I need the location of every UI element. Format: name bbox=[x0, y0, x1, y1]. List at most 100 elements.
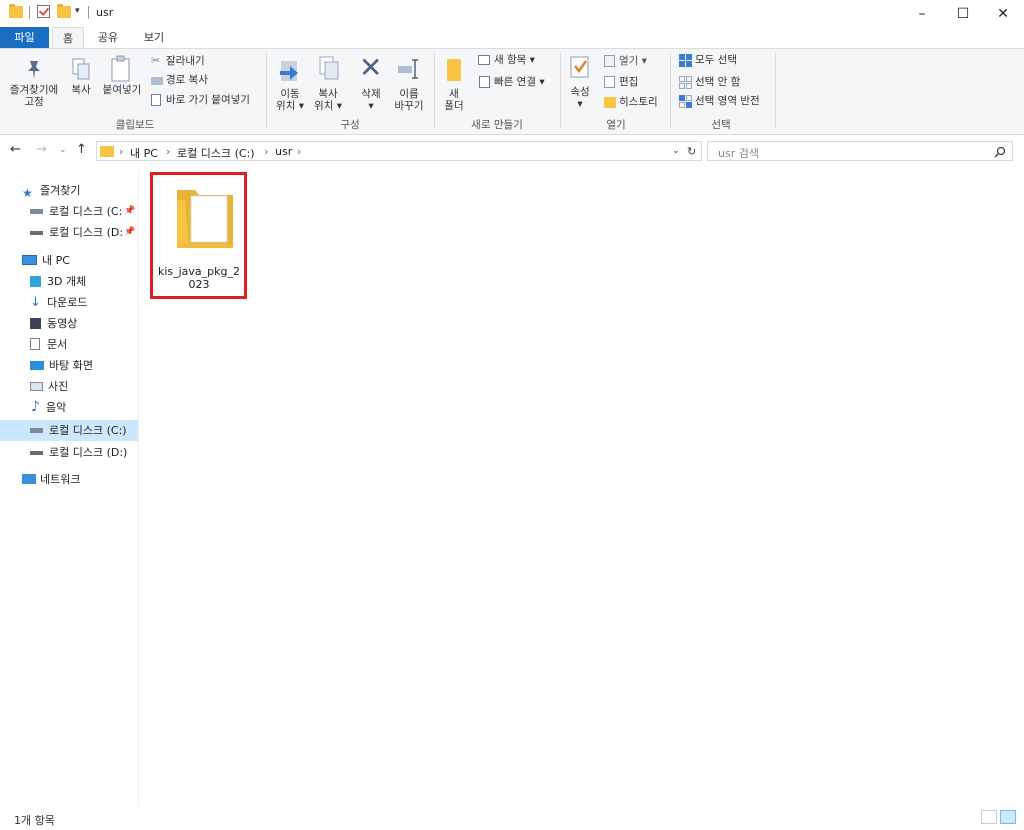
cut-label: 잘라내기 bbox=[166, 55, 205, 67]
invert-selection-icon bbox=[679, 95, 692, 108]
title-bar: ▾ usr – ☐ ✕ bbox=[0, 0, 1024, 27]
history-label: 히스토리 bbox=[619, 96, 658, 108]
nav-downloads[interactable]: ↓ 다운로드 bbox=[0, 292, 138, 313]
nav-desktop[interactable]: 바탕 화면 bbox=[0, 355, 138, 376]
open-label: 열기 ▾ bbox=[619, 55, 647, 67]
nav-label: 동영상 bbox=[47, 317, 78, 330]
select-group-label: 선택 bbox=[711, 119, 731, 131]
star-icon: ★ bbox=[22, 186, 33, 200]
nav-qa-local-disk-c[interactable]: 로컬 디스크 (C: 📌 bbox=[0, 201, 138, 222]
separator bbox=[560, 53, 561, 129]
copy-path-icon bbox=[151, 77, 163, 85]
recent-locations-button[interactable]: ⌄ bbox=[59, 145, 67, 155]
monitor-icon bbox=[22, 255, 37, 265]
window-title: usr bbox=[96, 6, 114, 19]
open-icon bbox=[604, 55, 615, 67]
item-count: 1개 항목 bbox=[14, 814, 55, 827]
nav-local-disk-d[interactable]: 로컬 디스크 (D:) bbox=[0, 442, 138, 463]
separator bbox=[775, 53, 776, 129]
refresh-icon[interactable]: ↻ bbox=[687, 145, 696, 158]
tab-share[interactable]: 공유 bbox=[92, 27, 124, 48]
nav-3d-objects[interactable]: 3D 개체 bbox=[0, 271, 138, 292]
properties-dropdown-icon: ▾ bbox=[577, 98, 583, 110]
select-none-icon bbox=[679, 76, 692, 89]
back-button[interactable]: ← bbox=[10, 142, 21, 157]
organize-group-label: 구성 bbox=[340, 119, 360, 131]
nav-label: 로컬 디스크 (C: bbox=[49, 205, 123, 218]
move-to-label-2: 위치 ▾ bbox=[276, 100, 304, 112]
nav-pictures[interactable]: 사진 bbox=[0, 376, 138, 397]
nav-label: 사진 bbox=[48, 380, 69, 393]
pin-icon: 📌 bbox=[124, 206, 136, 216]
nav-label: 다운로드 bbox=[47, 296, 88, 309]
pictures-icon bbox=[30, 382, 43, 391]
nav-this-pc[interactable]: 내 PC bbox=[0, 250, 138, 271]
move-to-icon bbox=[280, 61, 298, 81]
address-bar[interactable]: › 내 PC › 로컬 디스크 (C:) › usr › ⌄ ↻ bbox=[96, 141, 702, 161]
breadcrumb-this-pc[interactable]: 내 PC bbox=[130, 145, 158, 161]
select-none-label: 선택 안 함 bbox=[695, 76, 741, 88]
new-item-label: 새 항목 ▾ bbox=[494, 54, 535, 66]
folder-icon bbox=[9, 4, 23, 18]
breadcrumb-separator[interactable]: › bbox=[119, 145, 123, 158]
cube-icon bbox=[30, 276, 41, 287]
breadcrumb-local-disk-c[interactable]: 로컬 디스크 (C:) bbox=[177, 145, 255, 161]
up-button[interactable]: ↑ bbox=[76, 142, 87, 157]
folder-icon bbox=[100, 146, 114, 157]
network-icon bbox=[22, 474, 36, 484]
video-icon bbox=[30, 318, 41, 329]
copy-to-icon bbox=[319, 56, 339, 80]
large-icons-view-icon[interactable] bbox=[1000, 810, 1016, 824]
folder-name: kis_java_pkg_2023 bbox=[157, 265, 241, 291]
copy-label: 복사 bbox=[71, 84, 91, 96]
music-icon: ♪ bbox=[31, 399, 40, 415]
folder-item[interactable]: kis_java_pkg_2023 bbox=[150, 172, 247, 299]
nav-label: 3D 개체 bbox=[47, 275, 87, 288]
folder-icon bbox=[177, 190, 233, 248]
customize-qat-icon[interactable]: ▾ bbox=[75, 6, 80, 16]
address-bar-row: ← → ⌄ ↑ › 내 PC › 로컬 디스크 (C:) › usr › ⌄ ↻… bbox=[0, 138, 1024, 164]
close-button[interactable]: ✕ bbox=[980, 0, 1024, 27]
search-box[interactable]: usr 검색 bbox=[707, 141, 1013, 161]
delete-x-icon: ✕ bbox=[359, 51, 383, 84]
nav-label: 바탕 화면 bbox=[49, 359, 93, 372]
breadcrumb-separator[interactable]: › bbox=[264, 145, 268, 158]
copy-to-label-2: 위치 ▾ bbox=[314, 100, 342, 112]
forward-button[interactable]: → bbox=[36, 142, 47, 157]
paste-icon bbox=[111, 55, 130, 82]
nav-quick-access[interactable]: ★ 즐겨찾기 bbox=[0, 180, 138, 201]
copy-path-label: 경로 복사 bbox=[166, 74, 208, 86]
new-group-label: 새로 만들기 bbox=[471, 119, 523, 131]
easy-access-label: 빠른 연결 ▾ bbox=[494, 76, 545, 88]
nav-label: 문서 bbox=[47, 338, 68, 351]
nav-music[interactable]: ♪ 음악 bbox=[0, 397, 138, 418]
ribbon-tabs: 파일 홈 공유 보기 ^ ? bbox=[0, 27, 1024, 72]
new-folder-qat-icon[interactable] bbox=[57, 4, 71, 18]
details-view-icon[interactable] bbox=[981, 810, 997, 824]
paste-label: 붙여넣기 bbox=[102, 84, 142, 96]
separator bbox=[88, 6, 89, 19]
new-folder-label-1: 새 bbox=[449, 88, 459, 100]
nav-documents[interactable]: 문서 bbox=[0, 334, 138, 355]
document-icon bbox=[30, 338, 40, 350]
nav-network[interactable]: 네트워크 bbox=[0, 469, 138, 490]
tab-file[interactable]: 파일 bbox=[0, 27, 49, 48]
new-folder-icon bbox=[447, 59, 461, 81]
drive-icon bbox=[30, 451, 43, 455]
tab-home[interactable]: 홈 bbox=[52, 27, 84, 48]
breadcrumb-separator[interactable]: › bbox=[297, 145, 301, 158]
breadcrumb-separator[interactable]: › bbox=[166, 145, 170, 158]
properties-qat-icon[interactable] bbox=[37, 5, 50, 18]
breadcrumb-usr[interactable]: usr bbox=[275, 145, 292, 158]
drive-icon bbox=[30, 231, 43, 235]
nav-qa-local-disk-d[interactable]: 로컬 디스크 (D: 📌 bbox=[0, 222, 138, 243]
tab-view[interactable]: 보기 bbox=[138, 27, 170, 48]
properties-label: 속성 bbox=[570, 86, 590, 98]
minimize-button[interactable]: – bbox=[899, 0, 945, 27]
nav-local-disk-c[interactable]: 로컬 디스크 (C:) bbox=[0, 420, 138, 441]
nav-videos[interactable]: 동영상 bbox=[0, 313, 138, 334]
address-dropdown-icon[interactable]: ⌄ bbox=[672, 146, 680, 156]
separator bbox=[266, 53, 267, 129]
nav-label: 로컬 디스크 (D:) bbox=[49, 446, 128, 459]
rename-label-1: 이름 bbox=[399, 88, 419, 100]
